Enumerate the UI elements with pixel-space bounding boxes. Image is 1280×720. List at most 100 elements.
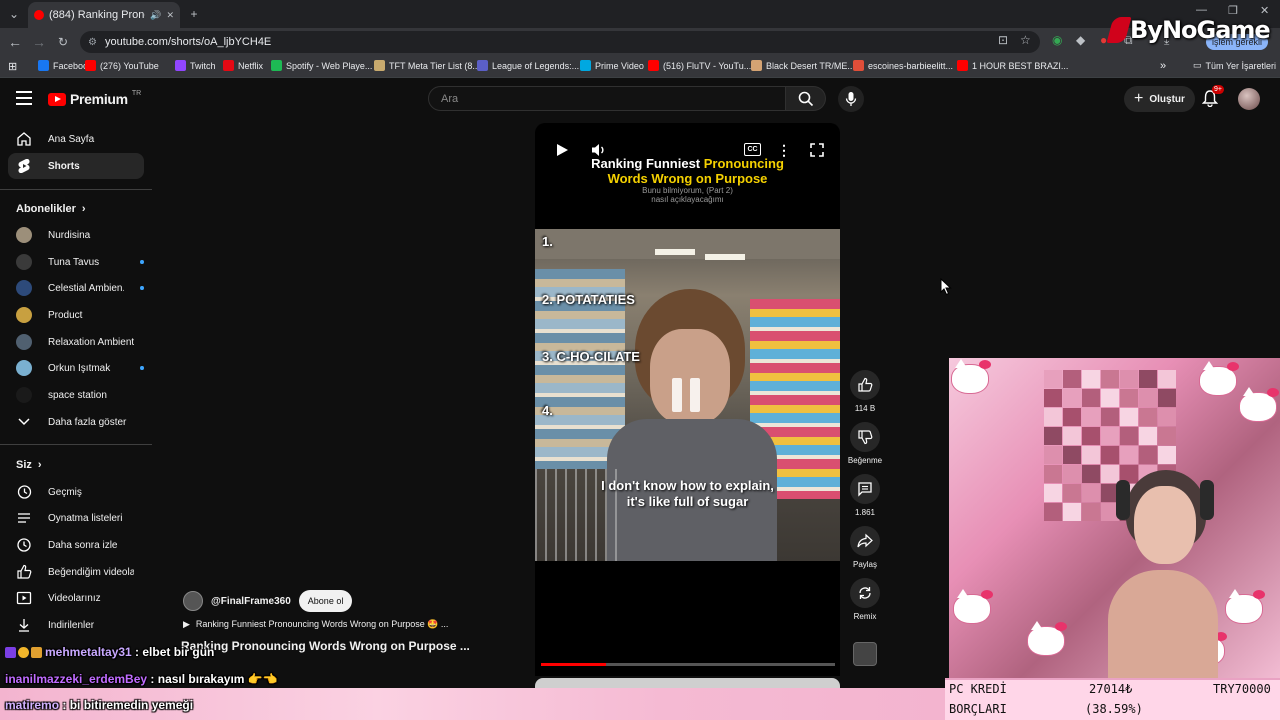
install-app-icon[interactable]: ⊡ [998,33,1008,47]
thumbs-up-icon [850,370,880,400]
url-field[interactable]: ⚙ youtube.com/shorts/oA_ljbYCH4E [80,31,1040,53]
all-bookmarks[interactable]: ▭ Tüm Yer İşaretleri [1193,60,1276,71]
bookmark-item[interactable]: Spotify - Web Playe... [271,60,372,71]
sidebar-item-watch-later[interactable]: Daha sonra izle [8,532,144,558]
bookmark-item[interactable]: League of Legends:... [477,60,579,71]
bookmark-label: Netflix [238,60,264,71]
browser-tab-bar: ⌄ (884) Ranking Pronouncing 🔊 ✕ + — ❐ ✕ [0,0,1280,28]
tab-search-button[interactable]: ⌄ [5,5,23,23]
share-button[interactable]: Paylaş [848,526,882,569]
hello-kitty-decoration [1199,361,1239,396]
wall-photo-tile [1063,484,1081,502]
sidebar-item-label: space station [48,389,107,401]
bookmark-item[interactable]: Netflix [223,60,263,71]
wall-photo-tile [1082,389,1100,407]
sidebar-item-downloads[interactable]: İndirilenler [8,612,144,638]
sidebar-item-home[interactable]: Ana Sayfa [8,126,144,152]
video-progress-bar[interactable] [541,663,835,666]
wall-photo-tile [1139,427,1157,445]
captions-icon[interactable]: CC [744,143,761,156]
audio-track-button[interactable] [848,642,882,666]
sidebar-subscription[interactable]: Product [8,302,144,328]
sidebar-subscription[interactable]: Orkun Işıtmak [8,355,144,381]
browser-tab[interactable]: (884) Ranking Pronouncing 🔊 ✕ [28,2,180,28]
channel-row: @FinalFrame360 Abone ol [183,590,353,612]
wall-photo-tile [1082,408,1100,426]
search-input[interactable]: Ara [428,86,786,111]
sidebar-subscription[interactable]: Relaxation Ambient... [8,329,144,355]
bookmark-label: 1 HOUR BEST BRAZI... [972,60,1069,71]
dislike-button[interactable]: Beğenme [848,422,882,465]
short-overlay-title: Ranking Funniest Pronouncing Words Wrong… [560,156,815,186]
extension-icon[interactable]: ◉ [1052,33,1062,47]
bookmarks-bar: ⊞ » ▭ Tüm Yer İşaretleri Facebook (276) Y… [0,56,1280,78]
bynogame-mark-icon [1106,17,1132,43]
bookmark-item[interactable]: TFT Meta Tier List (8... [374,60,480,71]
sidebar-item-liked-videos[interactable]: Beğendiğim videolar [8,559,144,585]
thumbs-down-icon [850,422,880,452]
bookmark-item[interactable]: (516) FluTV - YouTu... [648,60,751,71]
reload-icon[interactable]: ↻ [54,33,72,51]
notifications-button[interactable]: 9+ [1201,85,1224,112]
bookmark-star-icon[interactable]: ☆ [1020,33,1031,47]
new-content-dot [140,286,144,290]
like-button[interactable]: 114 B [848,370,882,413]
wall-photo-tile [1120,427,1138,445]
apps-grid-icon[interactable]: ⊞ [8,60,17,73]
subscriptions-heading[interactable]: Abonelikler › [16,203,86,215]
pause-icon[interactable] [672,378,704,414]
sidebar-subscription[interactable]: Tuna Tavus [8,249,144,275]
wall-photo-tile [1082,370,1100,388]
shorts-icon [16,158,32,174]
show-more-button[interactable]: Daha fazla göster [8,409,144,435]
sidebar-subscription[interactable]: Celestial Ambien... [8,275,144,301]
account-avatar[interactable] [1238,88,1260,110]
sidebar-item-playlists[interactable]: Oynatma listeleri [8,505,144,531]
sidebar-subscription[interactable]: Nurdisina [8,222,144,248]
site-info-icon[interactable]: ⚙ [88,37,97,48]
remix-button[interactable]: Remix [848,578,882,621]
subscribe-button[interactable]: Abone ol [298,590,353,612]
youtube-logo[interactable]: Premium TR [48,90,141,107]
bookmark-item[interactable]: escoines-barbieelitt... [853,60,953,71]
speaker-icon[interactable]: 🔊 [150,10,161,21]
bookmark-item[interactable]: Black Desert TR/ME... [751,60,855,71]
video-caption: I don't know how to explain, it's like f… [560,478,815,510]
bookmark-label: (516) FluTV - YouTu... [663,60,752,71]
create-button[interactable]: + Oluştur [1124,86,1195,112]
bookmark-item[interactable]: Twitch [175,60,216,71]
wall-photo-tile [1120,408,1138,426]
comments-button[interactable]: 1.861 [848,474,882,517]
menu-icon[interactable] [16,91,32,105]
wall-photo-tile [1158,370,1176,388]
sidebar-item-history[interactable]: Geçmiş [8,479,144,505]
search-button[interactable] [786,86,826,111]
new-tab-button[interactable]: + [185,5,203,23]
bookmark-item[interactable]: (276) YouTube [85,60,159,71]
tab-title: (884) Ranking Pronouncing [49,9,145,21]
home-icon [16,131,32,147]
channel-name[interactable]: @FinalFrame360 [211,596,291,607]
forward-icon[interactable]: → [30,33,48,51]
voice-search-button[interactable] [838,86,864,112]
bookmark-label: Prime Video [595,60,644,71]
sidebar-divider [0,189,152,190]
tab-close-icon[interactable]: ✕ [166,10,174,21]
channel-avatar[interactable] [183,591,203,611]
downloads-icon [16,617,32,633]
back-icon[interactable]: ← [6,33,24,51]
hello-kitty-decoration [951,359,991,394]
bookmark-item[interactable]: Prime Video [580,60,644,71]
sidebar-subscription[interactable]: space station [8,382,144,408]
more-bookmarks-icon[interactable]: » [1160,60,1166,72]
sidebar-item-your-videos[interactable]: Videolarınız [8,585,144,611]
audio-line[interactable]: ▶ Ranking Funniest Pronouncing Words Wro… [183,619,448,630]
extension-diamond-icon[interactable]: ◆ [1076,33,1085,47]
channel-avatar [16,360,32,376]
sidebar-item-shorts[interactable]: Shorts [8,153,144,179]
short-title[interactable]: Ranking Pronouncing Words Wrong on Purpo… [181,639,470,653]
bookmark-item[interactable]: 1 HOUR BEST BRAZI... [957,60,1068,71]
you-heading[interactable]: Siz › [16,459,42,471]
wall-photo-tile [1082,446,1100,464]
rank-2: 2. POTATATIES [542,292,635,307]
